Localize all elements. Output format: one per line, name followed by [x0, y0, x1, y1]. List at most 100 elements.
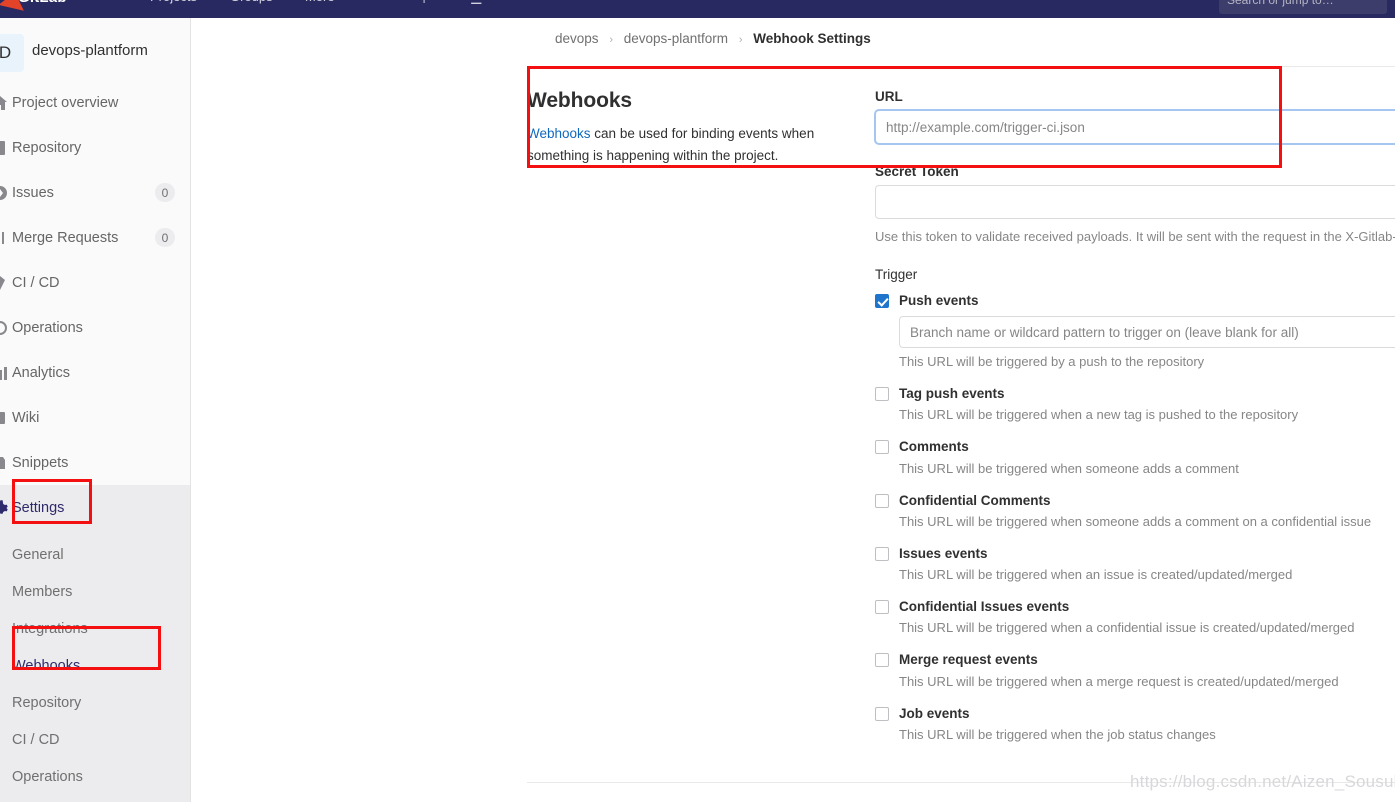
job-events-checkbox[interactable] — [875, 706, 889, 721]
event-comments: Comments This URL will be triggered when… — [875, 438, 1395, 476]
settings-subnav: General Members Integrations Webhooks Re… — [0, 530, 190, 802]
sidebar-item-operations[interactable]: Operations — [0, 305, 190, 350]
secret-token-label: Secret Token — [875, 164, 959, 179]
chart-icon — [0, 364, 9, 382]
project-sidebar: D devops-plantform Project overview Repo… — [0, 18, 191, 802]
event-job-events: Job events This URL will be triggered wh… — [875, 705, 1395, 742]
webhooks-description: Webhooks can be used for binding events … — [527, 123, 861, 167]
global-search-input[interactable]: Search or jump to… — [1219, 0, 1387, 14]
nav-groups[interactable]: Groups — [230, 0, 273, 4]
sidebar-item-issues[interactable]: Issues 0 — [0, 170, 190, 215]
main-content: devops › devops-plantform › Webhook Sett… — [191, 18, 1395, 802]
gitlab-webhook-settings-page: GitLab Projects Groups More + ☰ ▭ Search… — [0, 0, 1395, 802]
sidebar-item-merge-requests[interactable]: Merge Requests 0 — [0, 215, 190, 260]
merge-requests-count-badge: 0 — [155, 228, 175, 247]
sidebar-label: Merge Requests — [12, 229, 119, 246]
push-branch-filter-input[interactable] — [899, 316, 1395, 349]
todos-icon[interactable]: ☰ — [470, 0, 483, 8]
event-description: This URL will be triggered when a new ta… — [899, 407, 1299, 423]
event-description: This URL will be triggered when the job … — [899, 726, 1216, 742]
webhooks-doc-link[interactable]: Webhooks — [527, 126, 591, 141]
breadcrumb-separator-icon: › — [609, 34, 613, 46]
webhooks-panel-description: Webhooks Webhooks can be used for bindin… — [527, 89, 875, 782]
sidebar-subitem-repository[interactable]: Repository — [0, 684, 190, 721]
sidebar-item-snippets[interactable]: Snippets — [0, 440, 190, 485]
event-tag-push-events: Tag push events This URL will be trigger… — [875, 385, 1395, 422]
plus-icon[interactable]: + — [420, 0, 428, 7]
event-label: Job events — [899, 705, 970, 721]
breadcrumb: devops › devops-plantform › Webhook Sett… — [555, 31, 871, 46]
sidebar-label: Repository — [12, 139, 82, 156]
issues-count-badge: 0 — [155, 183, 175, 202]
event-merge-request-events: Merge request events This URL will be tr… — [875, 651, 1395, 689]
sidebar-subitem-integrations[interactable]: Integrations — [0, 610, 190, 647]
home-icon — [0, 94, 9, 112]
sidebar-label: Snippets — [12, 454, 69, 471]
sidebar-item-ci-cd[interactable]: CI / CD — [0, 260, 190, 305]
event-issues-events: Issues events This URL will be triggered… — [875, 545, 1395, 582]
book-icon — [0, 409, 9, 427]
event-label: Tag push events — [899, 386, 1005, 402]
sidebar-label: Settings — [12, 499, 65, 516]
event-label: Confidential Issues events — [899, 599, 1070, 615]
sidebar-subitem-members[interactable]: Members — [0, 573, 190, 610]
gitlab-brand-label[interactable]: GitLab — [18, 0, 67, 6]
push-events-checkbox[interactable] — [875, 294, 889, 309]
sidebar-subitem-ci-cd[interactable]: CI / CD — [0, 721, 190, 758]
sidebar-item-analytics[interactable]: Analytics — [0, 350, 190, 395]
url-label: URL — [875, 89, 903, 104]
event-label: Confidential Comments — [899, 492, 1051, 508]
secret-token-input[interactable] — [875, 185, 1395, 219]
event-label: Merge request events — [899, 652, 1038, 668]
comments-checkbox[interactable] — [875, 440, 889, 455]
event-description: This URL will be triggered when a confid… — [899, 620, 1355, 636]
event-description: This URL will be triggered when an issue… — [899, 567, 1293, 583]
nav-projects[interactable]: Projects — [150, 0, 197, 4]
breadcrumb-project[interactable]: devops-plantform — [624, 31, 728, 46]
sidebar-item-settings[interactable]: Settings — [0, 485, 190, 530]
event-label: Comments — [899, 439, 969, 455]
breadcrumb-group[interactable]: devops — [555, 31, 599, 46]
page-title: Webhooks — [527, 89, 632, 112]
sidebar-label: Analytics — [12, 364, 71, 381]
confidential-issues-events-checkbox[interactable] — [875, 600, 889, 615]
event-description: This URL will be triggered when a merge … — [899, 673, 1339, 689]
event-description: This URL will be triggered by a push to … — [899, 354, 1205, 370]
merge-request-events-checkbox[interactable] — [875, 653, 889, 668]
webhooks-form: URL Secret Token Use this token to valid… — [875, 89, 1395, 782]
sidebar-subitem-operations[interactable]: Operations — [0, 758, 190, 795]
sidebar-subitem-webhooks[interactable]: Webhooks — [0, 647, 190, 684]
issue-icon — [0, 184, 9, 202]
sidebar-label: Wiki — [12, 409, 40, 426]
event-push-events: Push events This URL will be triggered b… — [875, 292, 1395, 369]
doc-icon — [0, 139, 9, 157]
tag-push-events-checkbox[interactable] — [875, 387, 889, 402]
project-header[interactable]: D devops-plantform — [0, 28, 190, 76]
top-navbar: GitLab Projects Groups More + ☰ ▭ Search… — [0, 0, 1395, 18]
confidential-comments-checkbox[interactable] — [875, 493, 889, 508]
sidebar-label: Project overview — [12, 94, 119, 111]
nav-more[interactable]: More — [305, 0, 335, 4]
sidebar-nav-list: Project overview Repository Issues 0 Mer… — [0, 80, 190, 802]
webhooks-settings-panel: Webhooks Webhooks can be used for bindin… — [527, 66, 1395, 783]
event-confidential-issues-events: Confidential Issues events This URL will… — [875, 598, 1395, 635]
event-confidential-comments: Confidential Comments This URL will be t… — [875, 492, 1395, 529]
sidebar-label: Issues — [12, 184, 54, 201]
trigger-section-label: Trigger — [875, 267, 918, 283]
sidebar-label: CI / CD — [12, 274, 60, 291]
gear-icon — [0, 499, 9, 517]
snippet-icon — [0, 454, 9, 472]
event-label: Push events — [899, 293, 979, 309]
event-description: This URL will be triggered when someone … — [899, 513, 1372, 529]
breadcrumb-current: Webhook Settings — [753, 31, 871, 46]
sidebar-item-repository[interactable]: Repository — [0, 125, 190, 170]
sidebar-subitem-general[interactable]: General — [0, 536, 190, 573]
sidebar-item-project-overview[interactable]: Project overview — [0, 80, 190, 125]
event-label: Issues events — [899, 545, 988, 561]
issues-events-checkbox[interactable] — [875, 546, 889, 561]
sidebar-label: Operations — [12, 319, 83, 336]
url-input[interactable] — [875, 110, 1395, 144]
project-name-label: devops-plantform — [32, 42, 148, 59]
sidebar-item-wiki[interactable]: Wiki — [0, 395, 190, 440]
event-description: This URL will be triggered when someone … — [899, 460, 1239, 476]
